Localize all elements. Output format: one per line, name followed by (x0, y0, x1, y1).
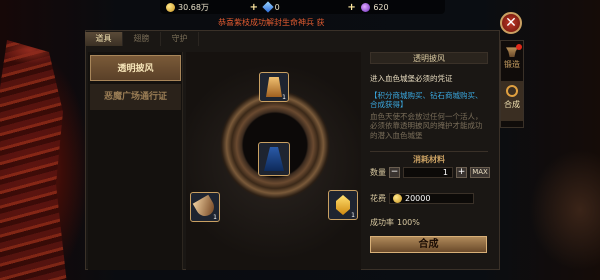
increase-button[interactable]: + (456, 167, 467, 178)
quantity-label: 数量 (370, 168, 386, 177)
add-gold-button[interactable]: + (250, 2, 258, 13)
decrease-button[interactable]: − (389, 167, 400, 178)
resource-bar: 30.68万 + 0 + 620 (160, 0, 445, 14)
item-title: 透明披风 (370, 52, 488, 64)
close-button[interactable]: ✕ (500, 12, 522, 34)
tab-wings[interactable]: 翅膀 (123, 32, 161, 46)
recipe-item-devil-square-pass[interactable]: 恶魔广场通行证 (90, 84, 181, 110)
rate-label: 成功率 (370, 218, 394, 227)
diamond-resource: 0 (262, 1, 342, 13)
cape-fragment-icon (266, 77, 282, 97)
result-slot[interactable] (258, 142, 290, 176)
rate-row: 成功率 100% (370, 217, 420, 228)
item-lore: 血色天使不会放过任何一个活人，必须依靠透明披风的掩护才能成功的潜入血色城堡 (370, 111, 483, 140)
category-tabs: 道具 翅膀 守护 (85, 32, 199, 46)
cost-label: 花费 (370, 194, 386, 203)
material-slot-top[interactable]: 1 (259, 72, 289, 102)
diamond-icon (262, 1, 274, 13)
notification-dot (516, 44, 522, 50)
material-slot-right[interactable]: 1 (328, 190, 358, 220)
gold-crystal-icon (336, 195, 350, 215)
tab-items[interactable]: 道具 (85, 32, 123, 46)
materials-heading: 消耗材料 (370, 151, 488, 165)
gold-resource: 30.68万 (166, 2, 244, 13)
item-description: 进入血色城堡必须的凭证 【积分商城购买、钻石商城购买、合成获得】 血色天使不会放… (370, 74, 488, 140)
side-tabs: 锻造 合成 (500, 40, 524, 128)
cost-box: 20000 (389, 193, 474, 204)
ring-icon (506, 85, 518, 97)
recipe-list: 透明披风 恶魔广场通行证 (88, 52, 183, 270)
item-source: 【积分商城购买、钻石商城购买、合成获得】 (370, 90, 483, 110)
cost-row: 花费 20000 (370, 193, 474, 204)
quantity-input[interactable]: 1 (403, 167, 453, 178)
gold-coin-icon (393, 194, 402, 203)
transparent-cloak-icon (264, 147, 284, 171)
quantity-row: 数量 − 1 + MAX (370, 167, 490, 178)
gold-coin-icon (166, 2, 175, 12)
system-ticker: 恭喜紫枝成功解封生命神兵 获 (218, 18, 325, 27)
synthesize-button[interactable]: 合成 (370, 236, 487, 253)
add-diamond-button[interactable]: + (347, 2, 355, 13)
material-slot-left[interactable]: 1 (190, 192, 220, 222)
max-button[interactable]: MAX (470, 167, 490, 178)
item-heading: 进入血色城堡必须的凭证 (370, 74, 453, 83)
tab-guardian[interactable]: 守护 (161, 32, 199, 46)
purple-orb-icon (361, 2, 371, 12)
tab-synthesis[interactable]: 合成 (501, 81, 523, 121)
recipe-item-transparent-cloak[interactable]: 透明披风 (90, 55, 181, 81)
rate-value: 100% (397, 218, 420, 227)
orb-resource: 620 (361, 2, 439, 12)
